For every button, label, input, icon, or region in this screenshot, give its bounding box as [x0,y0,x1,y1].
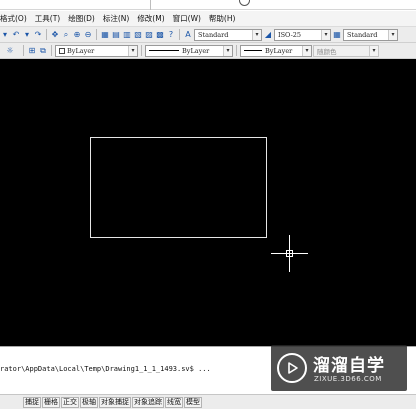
menu-tools[interactable]: 工具(T) [31,13,64,24]
title-bar [0,0,416,10]
status-model[interactable]: 模型 [184,396,202,408]
chevron-down-icon: ▾ [223,45,232,56]
text-style-select[interactable]: Standard ▾ [194,28,262,41]
zoom-realtime-icon[interactable]: ⌕ [61,30,71,40]
play-logo-icon [277,353,307,383]
toolbar-separator [23,45,24,56]
status-grid[interactable]: 栅格 [42,396,60,408]
toolbar-separator [96,29,97,40]
status-snap[interactable]: 捕捉 [23,396,41,408]
chevron-down-icon: ▾ [302,45,311,56]
title-divider [150,0,151,10]
watermark: 溜溜自学 ZIXUE.3D66.COM [271,345,407,391]
help-icon[interactable]: ? [166,30,176,40]
plot-style-select[interactable]: 随颜色 ▾ [313,44,379,57]
make-current-icon[interactable]: ⊞ [27,46,37,56]
drawing-canvas[interactable] [0,59,416,346]
status-osnap[interactable]: 对象捕捉 [99,396,131,408]
zoom-previous-icon[interactable]: ⊖ [83,30,93,40]
linetype-sample [149,50,179,51]
drawn-rectangle[interactable] [90,137,267,238]
menu-help[interactable]: 帮助(H) [205,13,240,24]
pan-icon[interactable]: ✥ [50,30,60,40]
chevron-down-icon: ▾ [252,29,261,40]
linetype-value: ByLayer [182,46,210,55]
table-style-value: Standard [347,30,378,39]
status-ortho[interactable]: 正交 [61,396,79,408]
menu-window[interactable]: 窗口(W) [169,13,205,24]
design-center-icon[interactable]: ▤ [111,30,121,40]
menu-dimension[interactable]: 标注(N) [99,13,133,24]
linetype-select[interactable]: ByLayer ▾ [145,44,233,57]
chevron-down-icon: ▾ [369,45,378,56]
layer-state-icon[interactable]: ☼ [0,46,20,56]
properties-icon[interactable]: ▦ [100,30,110,40]
menu-format[interactable]: 格式(O) [0,13,31,24]
redo-icon[interactable]: ↶ [11,30,21,40]
chevron-down-icon: ▾ [128,45,137,56]
table-style-icon: ▦ [333,30,341,39]
command-history-line: rator\AppData\Local\Temp\Drawing1_1_1_14… [0,365,211,373]
text-style-icon: A [185,30,191,39]
menu-bar: 格式(O) 工具(T) 绘图(D) 标注(N) 修改(M) 窗口(W) 帮助(H… [0,11,416,27]
watermark-url: ZIXUE.3D66.COM [314,375,382,383]
standard-toolbar: ▾ ↶ ▾ ↷ ✥ ⌕ ⊕ ⊖ ▦ ▤ ▥ ▧ ▨ ▩ ? A Standard… [0,27,416,43]
layer-previous-icon[interactable]: ⧉ [38,46,48,56]
properties-toolbar: ☼ ⊞ ⧉ ByLayer ▾ ByLayer ▾ ByLayer ▾ 随颜色 … [0,43,416,59]
forward-icon[interactable]: ↷ [33,30,43,40]
toolbar-separator [51,45,52,56]
toolbar-separator [179,29,180,40]
undo-dropdown-icon[interactable]: ▾ [0,30,10,40]
status-polar[interactable]: 极轴 [80,396,98,408]
status-lineweight[interactable]: 线宽 [165,396,183,408]
color-swatch-icon [59,47,65,54]
toolbar-separator [141,45,142,56]
markup-icon[interactable]: ▨ [144,30,154,40]
status-coordinates [2,397,22,408]
status-bar: 捕捉 栅格 正交 极轴 对象捕捉 对象追踪 线宽 模型 [0,394,416,409]
chevron-down-icon: ▾ [388,29,397,40]
crosshair-pickbox [286,250,293,257]
status-otrack[interactable]: 对象追踪 [132,396,164,408]
table-style-select[interactable]: Standard ▾ [343,28,398,41]
lineweight-select[interactable]: ByLayer ▾ [240,44,312,57]
dim-style-icon: ◢ [264,30,272,39]
redo-dropdown-icon[interactable]: ▾ [22,30,32,40]
color-control-select[interactable]: ByLayer ▾ [55,44,138,57]
menu-draw[interactable]: 绘图(D) [64,13,99,24]
chevron-down-icon: ▾ [321,29,330,40]
plot-style-value: 随颜色 [317,47,337,56]
tool-palettes-icon[interactable]: ▥ [122,30,132,40]
color-control-value: ByLayer [67,46,95,55]
toolbar-separator [46,29,47,40]
calculator-icon[interactable]: ▩ [155,30,165,40]
sheet-set-icon[interactable]: ▧ [133,30,143,40]
watermark-title: 溜溜自学 [313,356,385,376]
lineweight-value: ByLayer [265,46,293,55]
dim-style-value: ISO-25 [278,30,302,39]
window-control-icon[interactable] [239,0,250,6]
text-style-value: Standard [198,30,229,39]
toolbar-separator [236,45,237,56]
menu-modify[interactable]: 修改(M) [133,13,168,24]
lineweight-sample [244,50,262,51]
dim-style-select[interactable]: ISO-25 ▾ [274,28,331,41]
zoom-window-icon[interactable]: ⊕ [72,30,82,40]
